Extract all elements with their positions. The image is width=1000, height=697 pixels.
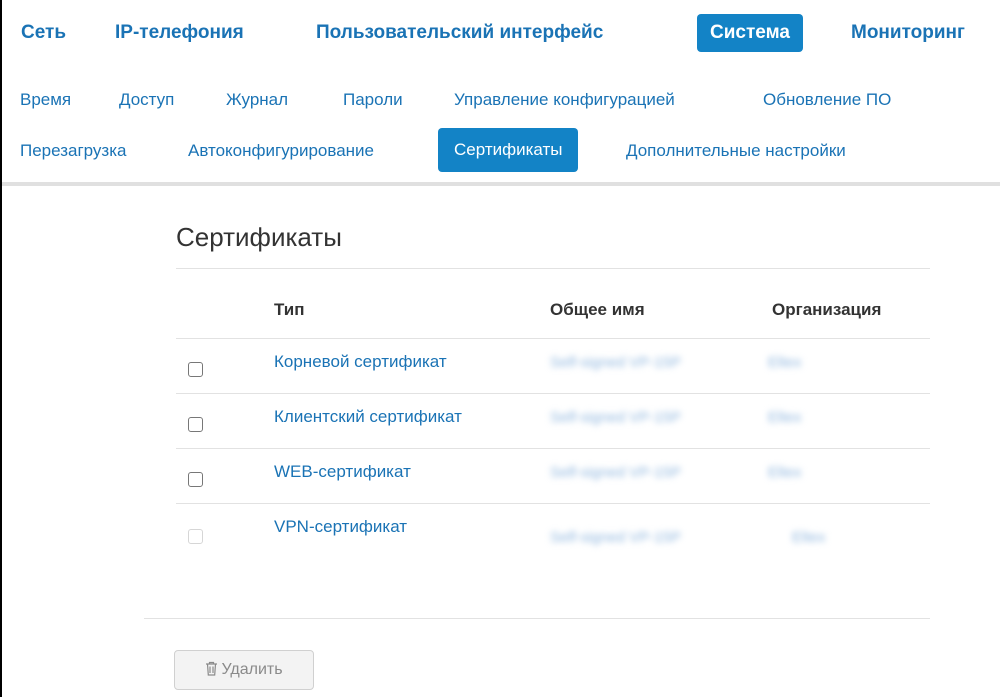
subnav-time[interactable]: Время — [4, 81, 87, 119]
common-name-value: Self-signed VP-15P — [550, 464, 681, 481]
page-title: Сертификаты — [176, 222, 342, 252]
table-row: VPN-сертификат Self-signed VP-15P Eltex — [176, 505, 930, 569]
subnav-config-management[interactable]: Управление конфигурацией — [438, 81, 691, 119]
delete-button-label: Удалить — [221, 661, 283, 678]
row-divider — [176, 448, 930, 449]
subnav-firmware-update[interactable]: Обновление ПО — [747, 81, 907, 119]
top-navigation: Сеть IP-телефония Пользовательский интер… — [0, 0, 1000, 70]
subnav-certificates[interactable]: Сертификаты — [438, 128, 579, 172]
table-row: Клиентский сертификат Self-signed VP-15P… — [176, 395, 930, 451]
nav-system[interactable]: Система — [697, 14, 803, 52]
certificate-type-link[interactable]: WEB-сертификат — [274, 462, 411, 482]
nav-user-interface[interactable]: Пользовательский интерфейс — [303, 14, 616, 52]
subnav-advanced-settings[interactable]: Дополнительные настройки — [610, 132, 862, 170]
common-name-value: Self-signed VP-15P — [550, 354, 681, 371]
row-checkbox[interactable] — [188, 362, 203, 377]
nav-network[interactable]: Сеть — [8, 14, 79, 52]
subnav-access[interactable]: Доступ — [103, 81, 190, 119]
certificate-type-link[interactable]: VPN-сертификат — [274, 517, 407, 537]
row-checkbox[interactable] — [188, 472, 203, 487]
common-name-value: Self-signed VP-15P — [550, 409, 681, 426]
certificate-type-link[interactable]: Корневой сертификат — [274, 352, 447, 372]
row-checkbox-disabled — [188, 529, 203, 544]
trash-icon — [205, 661, 221, 678]
nav-divider — [2, 182, 1000, 186]
subnav-reboot[interactable]: Перезагрузка — [4, 132, 142, 170]
nav-ip-telephony[interactable]: IP-телефония — [102, 14, 257, 52]
organization-value: Eltex — [792, 529, 826, 546]
table-row: Корневой сертификат Self-signed VP-15P E… — [176, 340, 930, 396]
organization-value: Eltex — [768, 464, 802, 481]
subnav-log[interactable]: Журнал — [210, 81, 304, 119]
common-name-value: Self-signed VP-15P — [550, 529, 681, 546]
subnav-passwords[interactable]: Пароли — [327, 81, 419, 119]
row-checkbox[interactable] — [188, 417, 203, 432]
nav-monitoring[interactable]: Мониторинг — [838, 14, 978, 52]
subnav-autoconfiguration[interactable]: Автоконфигурирование — [172, 132, 390, 170]
column-header-common-name: Общее имя — [550, 300, 645, 319]
title-divider — [176, 268, 930, 269]
organization-value: Eltex — [768, 409, 802, 426]
row-divider — [176, 393, 930, 394]
organization-value: Eltex — [768, 354, 802, 371]
sub-navigation: Время Доступ Журнал Пароли Управление ко… — [0, 76, 1000, 184]
row-divider — [176, 503, 930, 504]
column-header-organization: Организация — [772, 300, 882, 319]
column-header-type: Тип — [274, 300, 305, 319]
certificate-type-link[interactable]: Клиентский сертификат — [274, 407, 462, 427]
row-divider — [176, 338, 930, 339]
table-row: WEB-сертификат Self-signed VP-15P Eltex — [176, 450, 930, 506]
delete-button[interactable]: Удалить — [174, 650, 314, 690]
footer-divider — [144, 618, 930, 619]
